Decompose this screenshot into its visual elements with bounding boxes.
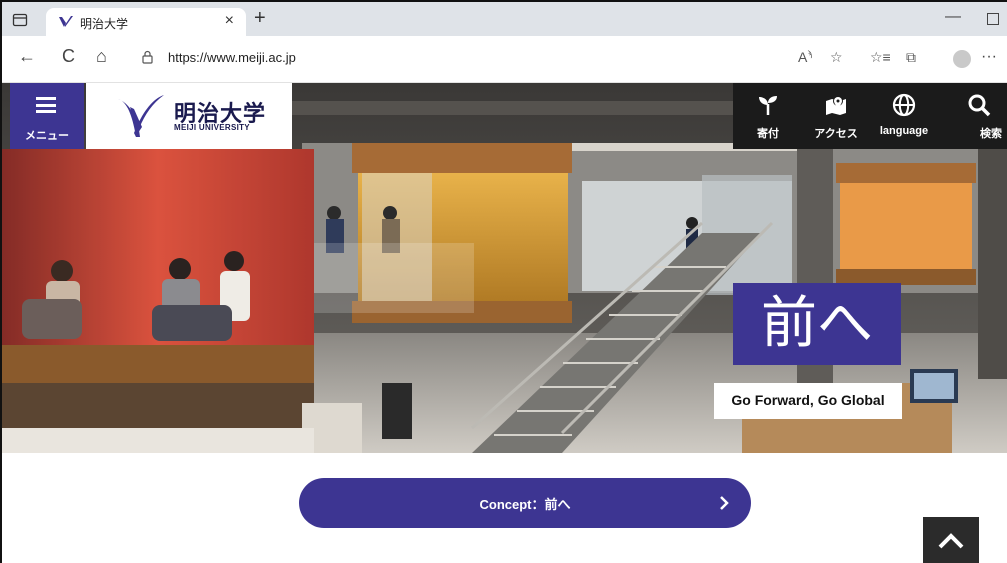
site-logo[interactable]: 明治大学 MEIJI UNIVERSITY xyxy=(86,83,292,149)
meiji-favicon-icon xyxy=(59,16,73,27)
favorite-star-icon[interactable]: ☆ xyxy=(830,49,843,66)
lock-icon xyxy=(142,50,153,64)
profile-icon[interactable] xyxy=(953,50,971,68)
collections-icon[interactable]: ⧉ xyxy=(906,49,916,66)
tab-title: 明治大学 xyxy=(80,17,129,31)
minimize-button[interactable]: — xyxy=(945,8,961,26)
tab-strip: 明治大学 × + — xyxy=(2,2,1007,36)
favorites-list-icon[interactable]: ☆≡ xyxy=(870,49,891,66)
language-label: language xyxy=(879,125,929,137)
globe-icon xyxy=(892,93,916,117)
read-aloud-icon[interactable]: Aϡ xyxy=(798,49,812,65)
url-text: https://www.meiji.ac.jp xyxy=(168,50,296,65)
maximize-button[interactable] xyxy=(987,13,999,25)
browser-tab[interactable]: 明治大学 × xyxy=(46,8,246,36)
logo-english-text: MEIJI UNIVERSITY xyxy=(174,123,250,132)
meiji-logo-mark-icon xyxy=(118,95,164,137)
address-bar[interactable]: https://www.meiji.ac.jp xyxy=(130,45,850,71)
concept-button[interactable]: Concept：前へ xyxy=(299,478,751,528)
language-link[interactable]: language xyxy=(871,83,937,149)
hero-slogan: Go Forward, Go Global xyxy=(731,392,885,408)
concept-button-label: Concept：前へ xyxy=(479,497,571,512)
sprout-icon xyxy=(759,96,777,115)
more-icon[interactable]: ··· xyxy=(981,48,997,66)
browser-window: 明治大学 × + — ← C ⌂ https://www.meiji.ac.jp… xyxy=(0,0,1007,563)
new-tab-button[interactable]: + xyxy=(254,7,266,30)
chevron-right-icon xyxy=(720,496,729,510)
tab-actions-icon[interactable] xyxy=(12,12,28,28)
search-label: 検索 xyxy=(980,128,1002,140)
close-tab-icon[interactable]: × xyxy=(225,12,234,30)
home-button[interactable]: ⌂ xyxy=(96,46,107,67)
refresh-button[interactable]: C xyxy=(62,46,75,67)
menu-button[interactable]: メニュー xyxy=(10,83,84,149)
map-pin-icon xyxy=(826,96,846,115)
browser-toolbar: ← C ⌂ https://www.meiji.ac.jp Aϡ ☆ ☆≡ ⧉ … xyxy=(2,36,1007,83)
donate-link[interactable]: 寄付 xyxy=(735,83,801,149)
search-link[interactable]: 検索 xyxy=(939,83,1007,149)
back-button[interactable]: ← xyxy=(18,46,36,67)
access-label: アクセス xyxy=(814,128,858,140)
back-to-top-button[interactable] xyxy=(923,517,979,563)
hero-headline-box: 前へ xyxy=(733,283,901,365)
menu-label: メニュー xyxy=(25,130,69,142)
search-icon xyxy=(968,94,991,117)
utility-nav: 寄付 アクセス language 検索 xyxy=(733,83,1007,149)
access-link[interactable]: アクセス xyxy=(803,83,869,149)
hero-headline: 前へ xyxy=(761,291,873,356)
donate-label: 寄付 xyxy=(757,128,779,140)
hamburger-icon xyxy=(36,97,56,113)
hero-slogan-box: Go Forward, Go Global xyxy=(714,383,902,419)
chevron-up-icon xyxy=(938,533,964,549)
